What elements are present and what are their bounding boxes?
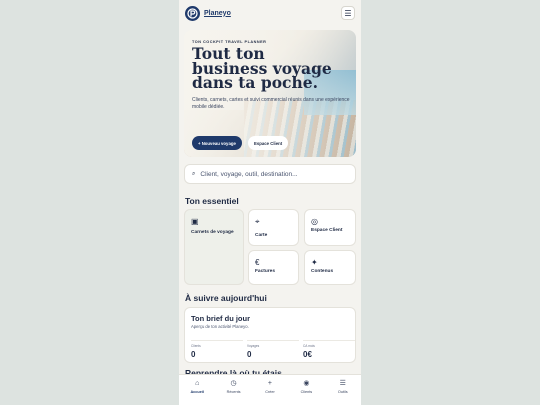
stat-value: 0 — [247, 350, 252, 359]
essentials-title: Ton essentiel — [185, 196, 239, 206]
stat-trips: Voyages 0 — [247, 340, 299, 360]
hero-subtitle: Clients, carnets, cartes et suivi commer… — [192, 97, 350, 110]
tile-label: Carnets de voyage — [191, 230, 234, 235]
tab-label: Récents — [226, 390, 241, 394]
sparkle-icon: ✦ — [311, 258, 318, 267]
tab-label: Outils — [337, 390, 348, 394]
hero-banner: TON COCKPIT TRAVEL PLANNER Tout ton busi… — [184, 30, 356, 157]
tab-tools[interactable]: ☰ Outils — [325, 375, 361, 405]
tile-invoices[interactable]: € Factures — [248, 250, 299, 285]
plus-icon: + — [267, 380, 273, 387]
tools-icon: ☰ — [339, 380, 346, 387]
user-icon: ◉ — [303, 380, 310, 387]
stat-revenue: CA mois 0€ — [303, 340, 355, 360]
tab-label: Créer — [265, 390, 275, 394]
tab-recent[interactable]: ◷ Récents — [215, 375, 251, 405]
planeyo-logo-icon[interactable] — [185, 5, 200, 21]
new-trip-button[interactable]: + Nouveau voyage — [192, 136, 242, 150]
hero-title: Tout ton business voyage dans ta poche. — [192, 44, 332, 92]
tab-clients[interactable]: ◉ Clients — [288, 375, 324, 405]
stat-value: 0€ — [303, 350, 312, 359]
search-input[interactable]: ⌕ Client, voyage, outil, destination... — [184, 164, 356, 184]
daily-brief-card[interactable]: Ton brief du jour Aperçu de ton activité… — [184, 307, 356, 363]
home-icon: ⌂ — [195, 380, 200, 387]
tile-label: Espace Client — [311, 228, 343, 233]
tile-label: Carte — [255, 233, 268, 238]
tab-create[interactable]: + Créer — [252, 375, 288, 405]
stat-label: Clients — [191, 344, 201, 348]
map-pin-icon: ⌖ — [255, 217, 260, 226]
search-placeholder: Client, voyage, outil, destination... — [200, 170, 298, 178]
hamburger-icon: ☰ — [344, 8, 352, 18]
app-header: Planeyo ☰ — [179, 0, 361, 26]
tile-label: Contenus — [311, 269, 334, 274]
brief-subtitle: Aperçu de ton activité Planeyo. — [191, 324, 249, 329]
bottom-tab-bar: ⌂ Accueil ◷ Récents + Créer ◉ Clients ☰ … — [179, 374, 361, 405]
target-icon: ◎ — [311, 217, 318, 226]
stat-label: Voyages — [247, 344, 260, 348]
brief-title: Ton brief du jour — [191, 314, 251, 323]
tile-client-space[interactable]: ◎ Espace Client — [304, 209, 356, 246]
client-space-button[interactable]: Espace Client — [248, 136, 289, 150]
tab-home[interactable]: ⌂ Accueil — [179, 375, 215, 405]
stat-value: 0 — [191, 350, 196, 359]
tile-contents[interactable]: ✦ Contenus — [304, 250, 356, 285]
mobile-app: Planeyo ☰ TON COCKPIT TRAVEL PLANNER Tou… — [179, 0, 361, 405]
tile-label: Factures — [255, 269, 275, 274]
clock-icon: ◷ — [230, 380, 237, 387]
stat-label: CA mois — [303, 344, 315, 348]
today-title: À suivre aujourd'hui — [185, 293, 267, 303]
search-icon: ⌕ — [192, 170, 196, 177]
notebook-icon: ▣ — [191, 217, 199, 226]
tile-map[interactable]: ⌖ Carte — [248, 209, 299, 246]
tile-travel-books[interactable]: ▣ Carnets de voyage — [184, 209, 244, 285]
tab-label: Clients — [300, 390, 313, 394]
stat-clients: Clients 0 — [191, 340, 243, 360]
menu-button[interactable]: ☰ — [341, 6, 355, 20]
tab-label: Accueil — [190, 390, 204, 394]
euro-icon: € — [255, 258, 260, 267]
brand-name-link[interactable]: Planeyo — [204, 10, 231, 17]
